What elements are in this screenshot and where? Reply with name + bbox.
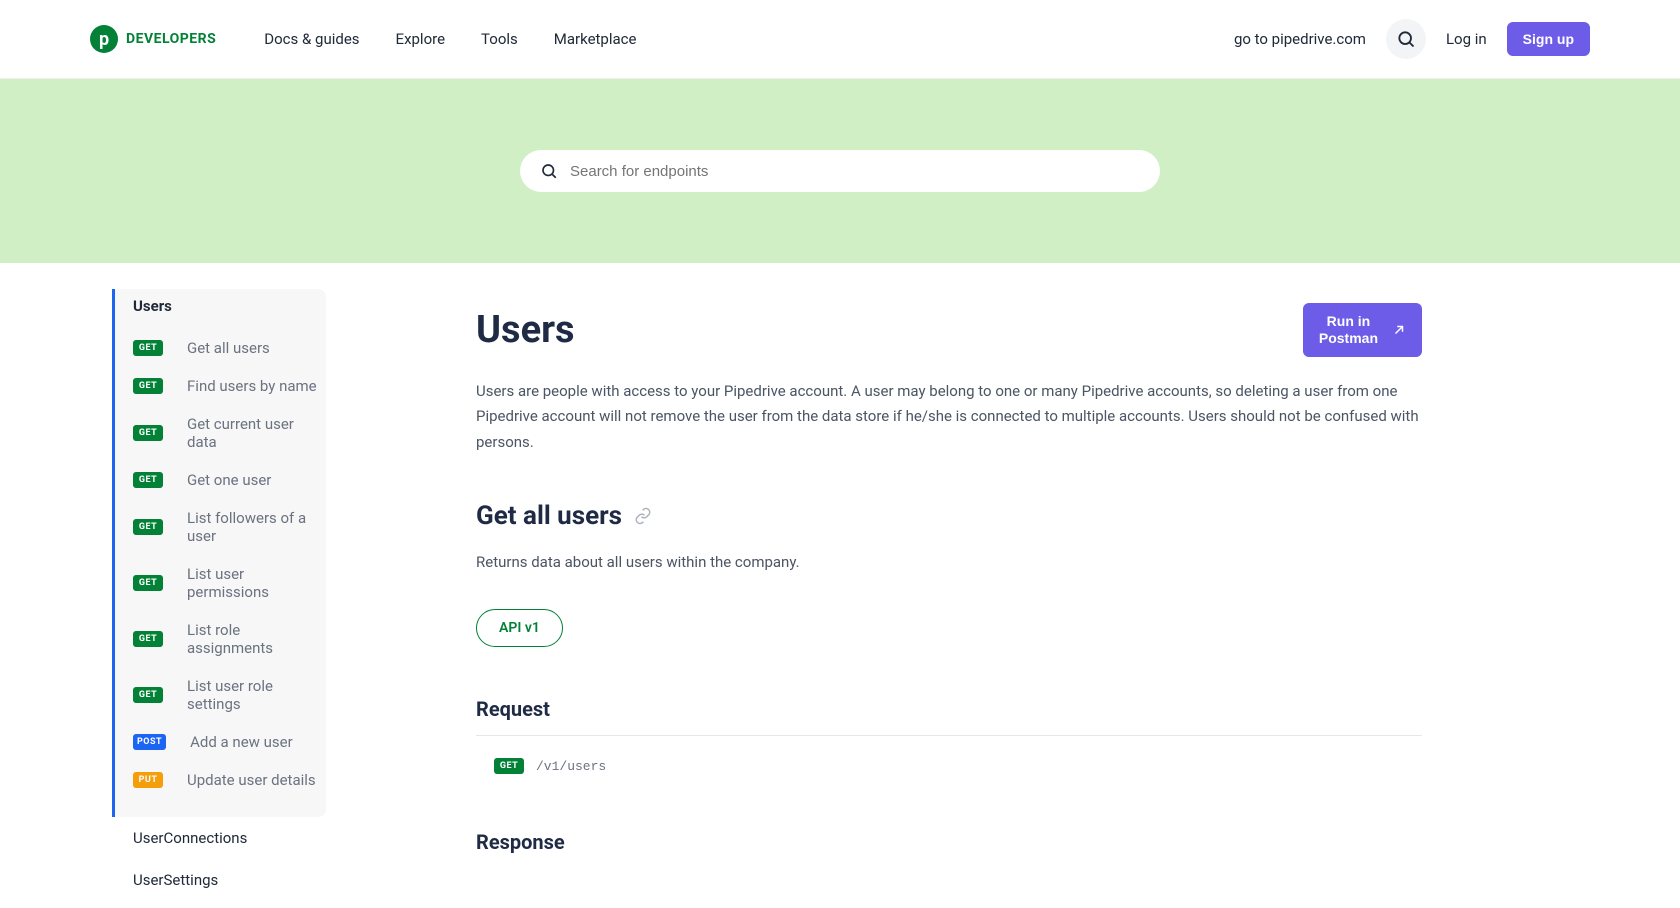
sidebar-item-label: Get current user data (187, 415, 326, 451)
api-version-pill[interactable]: API v1 (476, 609, 563, 647)
resource-description: Users are people with access to your Pip… (476, 379, 1422, 456)
method-badge: GET (133, 340, 163, 356)
sidebar-item[interactable]: UserSettings (112, 859, 326, 901)
sidebar-item-label: List role assignments (187, 621, 326, 657)
goto-pipedrive-link[interactable]: go to pipedrive.com (1234, 30, 1366, 48)
nav-docs[interactable]: Docs & guides (264, 30, 359, 48)
method-badge: GET (494, 758, 524, 774)
sidebar-item-label: Update user details (187, 771, 316, 789)
search-icon (540, 162, 558, 180)
sidebar-item-label: Add a new user (190, 733, 293, 751)
method-badge: PUT (133, 772, 163, 788)
sidebar-item[interactable]: GET List followers of a user (133, 499, 326, 555)
method-badge: GET (133, 575, 163, 591)
endpoint-description: Returns data about all users within the … (476, 553, 1422, 571)
response-heading: Response (476, 830, 1422, 854)
method-badge: POST (133, 734, 166, 750)
sidebar-item[interactable]: GET Get all users (133, 329, 326, 367)
search-button[interactable] (1386, 19, 1426, 59)
request-heading: Request (476, 697, 1422, 721)
sidebar-item-label: List followers of a user (187, 509, 326, 545)
endpoint-row: GET /v1/users (476, 758, 1422, 774)
endpoint-search[interactable] (520, 150, 1160, 192)
sidebar-item[interactable]: GET Get current user data (133, 405, 326, 461)
method-badge: GET (133, 472, 163, 488)
nav-tools[interactable]: Tools (481, 30, 518, 48)
endpoint-heading: Get all users (476, 501, 1422, 531)
method-badge: GET (133, 425, 163, 441)
anchor-link-icon[interactable] (634, 507, 652, 525)
header: p DEVELOPERS Docs & guides Explore Tools… (0, 0, 1680, 79)
sidebar-item[interactable]: GET List role assignments (133, 611, 326, 667)
logo-text: DEVELOPERS (126, 31, 216, 47)
method-badge: GET (133, 631, 163, 647)
method-badge: GET (133, 378, 163, 394)
run-in-postman-button[interactable]: Run in Postman (1303, 303, 1422, 357)
sidebar-item[interactable]: GET Get one user (133, 461, 326, 499)
login-link[interactable]: Log in (1446, 30, 1487, 48)
sidebar-group-title[interactable]: Users (133, 289, 326, 329)
nav-marketplace[interactable]: Marketplace (554, 30, 637, 48)
sidebar: Users GET Get all users GET Find users by n… (0, 263, 326, 908)
title-row: Users Run in Postman (476, 303, 1422, 357)
hero-banner (0, 79, 1680, 263)
external-link-icon (1392, 323, 1406, 337)
sidebar-item-label: Find users by name (187, 377, 317, 395)
main-content: Users Run in Postman Users are people wi… (326, 263, 1526, 908)
sidebar-item-label: List user role settings (187, 677, 326, 713)
nav-explore[interactable]: Explore (396, 30, 446, 48)
sidebar-item[interactable]: PUT Update user details (133, 761, 326, 799)
endpoint-path: /v1/users (536, 759, 606, 774)
method-badge: GET (133, 687, 163, 703)
search-input[interactable] (570, 163, 1140, 180)
sidebar-item[interactable]: POST Add a new user (133, 723, 326, 761)
search-icon (1396, 29, 1416, 49)
page-title: Users (476, 308, 575, 352)
header-right: go to pipedrive.com Log in Sign up (1234, 19, 1590, 59)
sidebar-item[interactable]: GET List user permissions (133, 555, 326, 611)
signup-button[interactable]: Sign up (1507, 22, 1590, 56)
sidebar-item[interactable]: GET List user role settings (133, 667, 326, 723)
main-nav: Docs & guides Explore Tools Marketplace (264, 30, 636, 48)
sidebar-item-label: Get one user (187, 471, 271, 489)
method-badge: GET (133, 519, 163, 535)
sidebar-item-label: Get all users (187, 339, 270, 357)
sidebar-item-label: List user permissions (187, 565, 326, 601)
sidebar-item[interactable]: GET Find users by name (133, 367, 326, 405)
logo-icon: p (90, 25, 118, 53)
sidebar-group-users: Users GET Get all users GET Find users by n… (112, 289, 326, 817)
logo[interactable]: p DEVELOPERS (90, 25, 216, 53)
sidebar-item[interactable]: UserConnections (112, 817, 326, 859)
divider (476, 735, 1422, 736)
